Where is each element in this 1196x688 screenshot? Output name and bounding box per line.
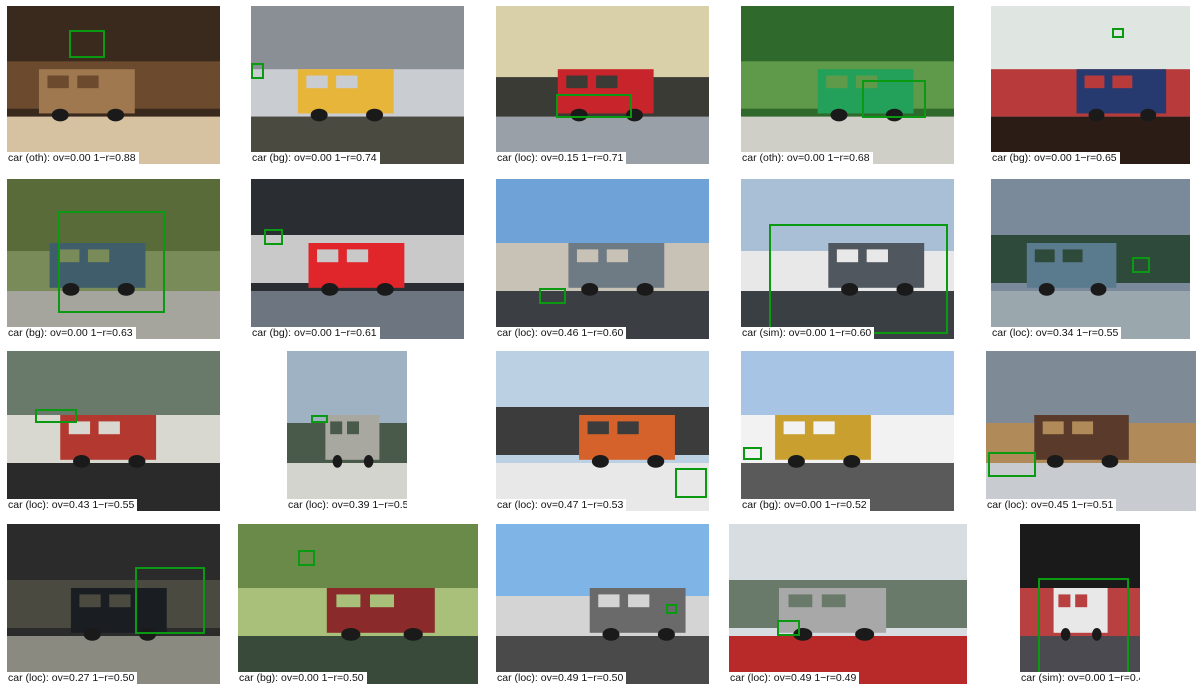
photo-yellow-school-bus: [251, 6, 464, 164]
result-cell: car (bg): ov=0.00 1−r=0.50: [238, 524, 478, 684]
detection-caption: car (loc): ov=0.15 1−r=0.71: [496, 152, 627, 164]
detection-box: [988, 451, 1037, 478]
result-cell: car (oth): ov=0.00 1−r=0.68: [741, 6, 954, 164]
detection-caption: car (bg): ov=0.00 1−r=0.61: [251, 327, 380, 339]
photo-boys-porch: [991, 6, 1190, 164]
result-cell: car (bg): ov=0.00 1−r=0.65: [991, 6, 1190, 164]
detection-box: [34, 408, 78, 423]
detection-caption: car (loc): ov=0.39 1−r=0.55: [287, 499, 407, 511]
detection-caption: car (sim): ov=0.00 1−r=0.60: [741, 327, 875, 339]
result-cell: car (loc): ov=0.47 1−r=0.53: [496, 351, 709, 511]
detection-box: [134, 567, 206, 635]
detection-caption: car (loc): ov=0.45 1−r=0.51: [986, 499, 1117, 511]
result-cell: car (loc): ov=0.45 1−r=0.51: [986, 351, 1196, 511]
result-cell: car (loc): ov=0.34 1−r=0.55: [991, 179, 1190, 339]
result-cell: car (bg): ov=0.00 1−r=0.61: [251, 179, 464, 339]
detection-caption: car (bg): ov=0.00 1−r=0.52: [741, 499, 870, 511]
result-cell: car (bg): ov=0.00 1−r=0.63: [7, 179, 220, 339]
detection-caption: car (oth): ov=0.00 1−r=0.68: [741, 152, 873, 164]
detection-caption: car (loc): ov=0.34 1−r=0.55: [991, 327, 1122, 339]
detection-caption: car (bg): ov=0.00 1−r=0.50: [238, 672, 367, 684]
detection-box: [58, 211, 165, 314]
result-cell: car (loc): ov=0.39 1−r=0.55: [287, 351, 407, 511]
detection-caption: car (loc): ov=0.47 1−r=0.53: [496, 499, 627, 511]
result-cell: car (loc): ov=0.49 1−r=0.49: [729, 524, 967, 684]
photo-red-sports-car: [251, 179, 464, 339]
detection-caption: car (loc): ov=0.46 1−r=0.60: [496, 327, 627, 339]
result-cell: car (sim): ov=0.00 1−r=0.48: [1020, 524, 1140, 684]
detection-caption: car (loc): ov=0.43 1−r=0.55: [7, 499, 138, 511]
photo-trucks-road: [496, 524, 709, 684]
detection-box: [768, 223, 948, 335]
photo-street-suv: [496, 179, 709, 339]
detection-results-grid: car (oth): ov=0.00 1−r=0.88 car (bg): ov=…: [0, 0, 1196, 688]
photo-train-rail-smoke: [986, 351, 1196, 511]
result-cell: car (loc): ov=0.15 1−r=0.71: [496, 6, 709, 164]
result-cell: car (bg): ov=0.00 1−r=0.52: [741, 351, 954, 511]
detection-box: [666, 604, 678, 614]
photo-motorcycle-street: [729, 524, 967, 684]
detection-box: [251, 62, 264, 79]
detection-box: [68, 29, 105, 59]
photo-church-woman: [741, 351, 954, 511]
detection-caption: car (loc): ov=0.49 1−r=0.49: [729, 672, 860, 684]
photo-rainy-street-bus: [991, 179, 1190, 339]
detection-caption: car (bg): ov=0.00 1−r=0.65: [991, 152, 1120, 164]
result-cell: car (loc): ov=0.43 1−r=0.55: [7, 351, 220, 511]
detection-box: [1038, 578, 1130, 684]
photo-bicycles-street: [287, 351, 407, 511]
detection-box: [538, 287, 567, 304]
detection-caption: car (oth): ov=0.00 1−r=0.88: [7, 152, 139, 164]
photo-woman-street-crowd: [7, 351, 220, 511]
result-cell: car (loc): ov=0.27 1−r=0.50: [7, 524, 220, 684]
detection-box: [555, 94, 633, 119]
photo-indoor-room-table-food: [7, 6, 220, 164]
detection-box: [743, 447, 763, 460]
detection-box: [298, 549, 315, 566]
detection-caption: car (sim): ov=0.00 1−r=0.48: [1020, 672, 1140, 684]
result-cell: car (bg): ov=0.00 1−r=0.74: [251, 6, 464, 164]
detection-box: [776, 620, 801, 636]
detection-box: [862, 80, 927, 119]
result-cell: car (loc): ov=0.46 1−r=0.60: [496, 179, 709, 339]
detection-caption: car (loc): ov=0.27 1−r=0.50: [7, 672, 138, 684]
result-cell: car (loc): ov=0.49 1−r=0.50: [496, 524, 709, 684]
detection-caption: car (loc): ov=0.49 1−r=0.50: [496, 672, 627, 684]
detection-box: [1132, 257, 1151, 274]
detection-box: [674, 467, 707, 499]
detection-box: [311, 415, 328, 423]
detection-caption: car (bg): ov=0.00 1−r=0.63: [7, 327, 136, 339]
detection-caption: car (bg): ov=0.00 1−r=0.74: [251, 152, 380, 164]
photo-park-man-dog: [238, 524, 478, 684]
detection-box: [263, 228, 283, 245]
result-cell: car (sim): ov=0.00 1−r=0.60: [741, 179, 954, 339]
result-cell: car (oth): ov=0.00 1−r=0.88: [7, 6, 220, 164]
photo-sports-cars-parking: [496, 6, 709, 164]
detection-box: [1112, 28, 1125, 38]
